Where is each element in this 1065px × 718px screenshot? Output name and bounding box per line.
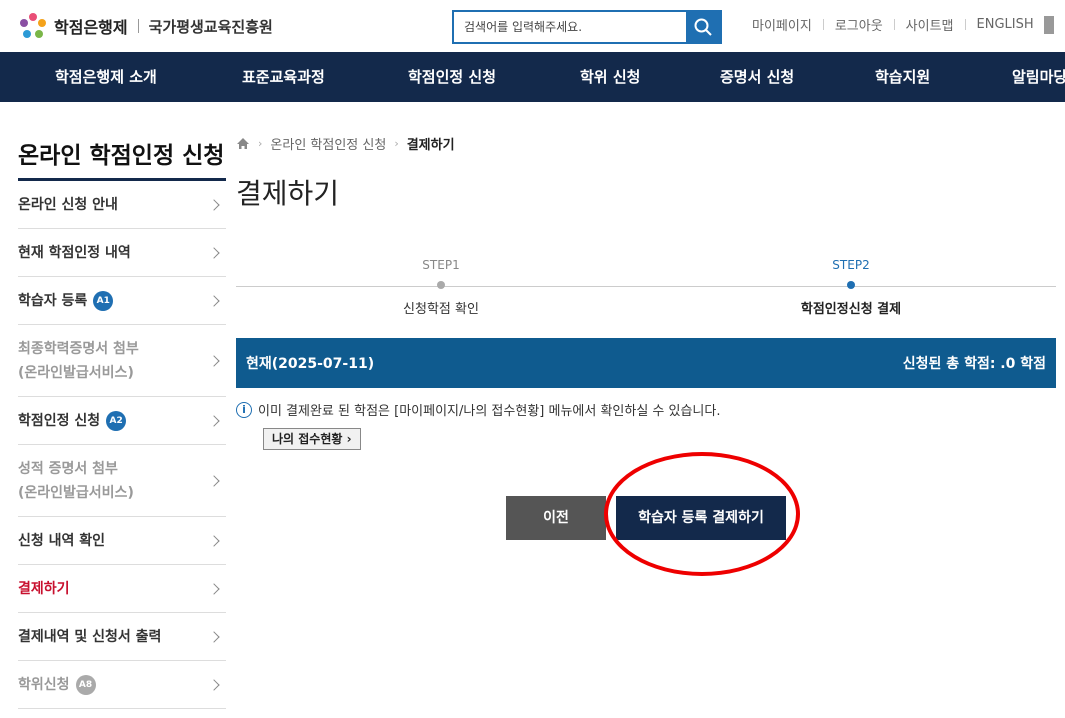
home-icon[interactable]	[236, 137, 250, 150]
logo-org: 국가평생교육진흥원	[148, 17, 273, 36]
top-header: 학점은행제 국가평생교육진흥원 마이페이지 로그아웃 사이트맵 ENGLISH	[0, 0, 1065, 52]
sidebar-item-label: 최종학력증명서 첨부	[18, 340, 139, 357]
chevron-right-icon	[208, 474, 220, 487]
chevron-right-icon	[208, 354, 220, 367]
sidebar-item-grade-cert[interactable]: 성적 증명서 첨부 (온라인발급서비스)	[18, 445, 226, 517]
sidebar-item-application-check[interactable]: 신청 내역 확인	[18, 517, 226, 565]
step-badge: A1	[93, 290, 114, 311]
sidebar-item-degree-apply[interactable]: 학위신청 A8	[18, 661, 226, 709]
breadcrumb-separator: ›	[258, 137, 263, 150]
prev-button[interactable]: 이전	[506, 496, 606, 540]
sidebar-item-sublabel: (온라인발급서비스)	[18, 484, 134, 501]
highlight-circle	[604, 452, 800, 576]
sidebar-item-label-wrap: 최종학력증명서 첨부 (온라인발급서비스)	[18, 337, 139, 385]
util-link-mypage[interactable]: 마이페이지	[752, 15, 812, 34]
site-logo[interactable]: 학점은행제 국가평생교육진흥원	[18, 11, 273, 41]
current-date: 현재(2025-07-11)	[246, 356, 375, 372]
step-dot	[437, 281, 445, 289]
search-icon	[694, 18, 712, 36]
step-2: STEP2 학점인정신청 결제	[751, 258, 951, 317]
credit-summary-bar: 현재(2025-07-11) 신청된 총 학점: .0 학점	[236, 338, 1056, 388]
logo-name: 학점은행제	[54, 18, 128, 37]
chevron-right-icon	[208, 246, 220, 259]
step-badge: A2	[106, 410, 127, 431]
step-dot	[847, 281, 855, 289]
step-number: STEP2	[832, 258, 870, 272]
breadcrumb-section[interactable]: 온라인 학점인정 신청	[270, 134, 386, 153]
sidebar-item-guide[interactable]: 온라인 신청 안내	[18, 181, 226, 229]
step-number: STEP1	[422, 258, 460, 272]
logo-divider	[137, 19, 139, 33]
chevron-right-icon	[208, 582, 220, 595]
chevron-right-icon	[208, 678, 220, 691]
logo-mark-icon	[18, 11, 48, 41]
global-nav: 학점은행제 소개 표준교육과정 학점인정 신청 학위 신청 증명서 신청 학습지…	[0, 52, 1065, 102]
chevron-right-icon	[208, 294, 220, 307]
sidebar-item-label-wrap: 성적 증명서 첨부 (온라인발급서비스)	[18, 457, 134, 505]
expand-icon[interactable]	[1043, 15, 1054, 34]
util-divider	[893, 19, 895, 30]
util-divider	[964, 19, 966, 30]
search-box	[452, 10, 722, 44]
sidebar-item-final-edu-cert[interactable]: 최종학력증명서 첨부 (온라인발급서비스)	[18, 325, 226, 397]
breadcrumb: › 온라인 학점인정 신청 › 결제하기	[236, 134, 455, 153]
gnb-item-certificate[interactable]: 증명서 신청	[720, 52, 794, 102]
gnb-item-notice[interactable]: 알림마당	[1012, 52, 1065, 102]
gnb-item-degree[interactable]: 학위 신청	[580, 52, 640, 102]
sidebar-item-credit-apply[interactable]: 학점인정 신청 A2	[18, 397, 226, 445]
breadcrumb-current: 결제하기	[406, 138, 455, 153]
sidebar-item-label-wrap: 학습자 등록 A1	[18, 289, 114, 313]
sidebar-item-label: 결제내역 및 신청서 출력	[18, 628, 162, 645]
chevron-right-icon	[208, 534, 220, 547]
gnb-item-intro[interactable]: 학점은행제 소개	[55, 52, 157, 102]
step-name: 학점인정신청 결제	[800, 302, 902, 317]
info-icon: i	[236, 401, 252, 418]
breadcrumb-separator: ›	[394, 137, 399, 150]
step-indicator: STEP1 신청학점 확인 STEP2 학점인정신청 결제	[236, 258, 1056, 328]
search-button[interactable]	[686, 12, 720, 42]
sidebar-menu: 온라인 신청 안내 현재 학점인정 내역 학습자 등록 A1 최종학력증명서 첨…	[18, 181, 226, 709]
util-link-sitemap[interactable]: 사이트맵	[906, 15, 954, 34]
step-badge: A8	[75, 674, 96, 695]
sidebar-item-label: 학점인정 신청	[18, 412, 101, 429]
sidebar-item-label: 학습자 등록	[18, 292, 88, 309]
sidebar-item-sublabel: (온라인발급서비스)	[18, 364, 134, 381]
utility-links: 마이페이지 로그아웃 사이트맵 ENGLISH	[752, 15, 1054, 34]
sidebar-item-payment-history[interactable]: 결제내역 및 신청서 출력	[18, 613, 226, 661]
step-name: 신청학점 확인	[403, 302, 479, 317]
sidebar-item-label: 현재 학점인정 내역	[18, 244, 131, 261]
gnb-item-study-support[interactable]: 학습지원	[875, 52, 930, 102]
search-input[interactable]	[454, 12, 686, 42]
sidebar-item-label: 결제하기	[18, 580, 70, 597]
step-1: STEP1 신청학점 확인	[341, 258, 541, 317]
payment-notice: i 이미 결제완료 된 학점은 [마이페이지/나의 접수현황] 메뉴에서 확인하…	[236, 400, 721, 419]
sidebar-item-current-credit[interactable]: 현재 학점인정 내역	[18, 229, 226, 277]
gnb-item-curriculum[interactable]: 표준교육과정	[242, 52, 325, 102]
sidebar-item-payment[interactable]: 결제하기	[18, 565, 226, 613]
chevron-right-icon	[208, 630, 220, 643]
util-divider	[822, 19, 824, 30]
notice-text: 이미 결제완료 된 학점은 [마이페이지/나의 접수현황] 메뉴에서 확인하실 …	[258, 404, 721, 419]
chevron-right-icon	[208, 414, 220, 427]
sidebar-item-learner-register[interactable]: 학습자 등록 A1	[18, 277, 226, 325]
chevron-right-icon: ›	[346, 432, 352, 446]
gnb-item-credit-apply[interactable]: 학점인정 신청	[408, 52, 496, 102]
sidebar-item-label: 성적 증명서 첨부	[18, 460, 118, 477]
sidebar-item-label: 온라인 신청 안내	[18, 196, 118, 213]
chevron-right-icon	[208, 198, 220, 211]
my-status-label: 나의 접수현황	[272, 432, 343, 446]
total-credits: 신청된 총 학점: .0 학점	[902, 356, 1046, 372]
my-status-button[interactable]: 나의 접수현황 ›	[263, 428, 361, 450]
util-link-logout[interactable]: 로그아웃	[835, 15, 883, 34]
sidebar-item-label-wrap: 학위신청 A8	[18, 673, 96, 697]
sidebar-item-label-wrap: 학점인정 신청 A2	[18, 409, 127, 433]
sidebar-item-label: 신청 내역 확인	[18, 532, 106, 549]
sidebar-title: 온라인 학점인정 신청	[18, 143, 225, 169]
page-title: 결제하기	[236, 177, 340, 210]
sidebar-item-label: 학위신청	[18, 676, 70, 693]
util-link-english[interactable]: ENGLISH	[977, 17, 1034, 32]
